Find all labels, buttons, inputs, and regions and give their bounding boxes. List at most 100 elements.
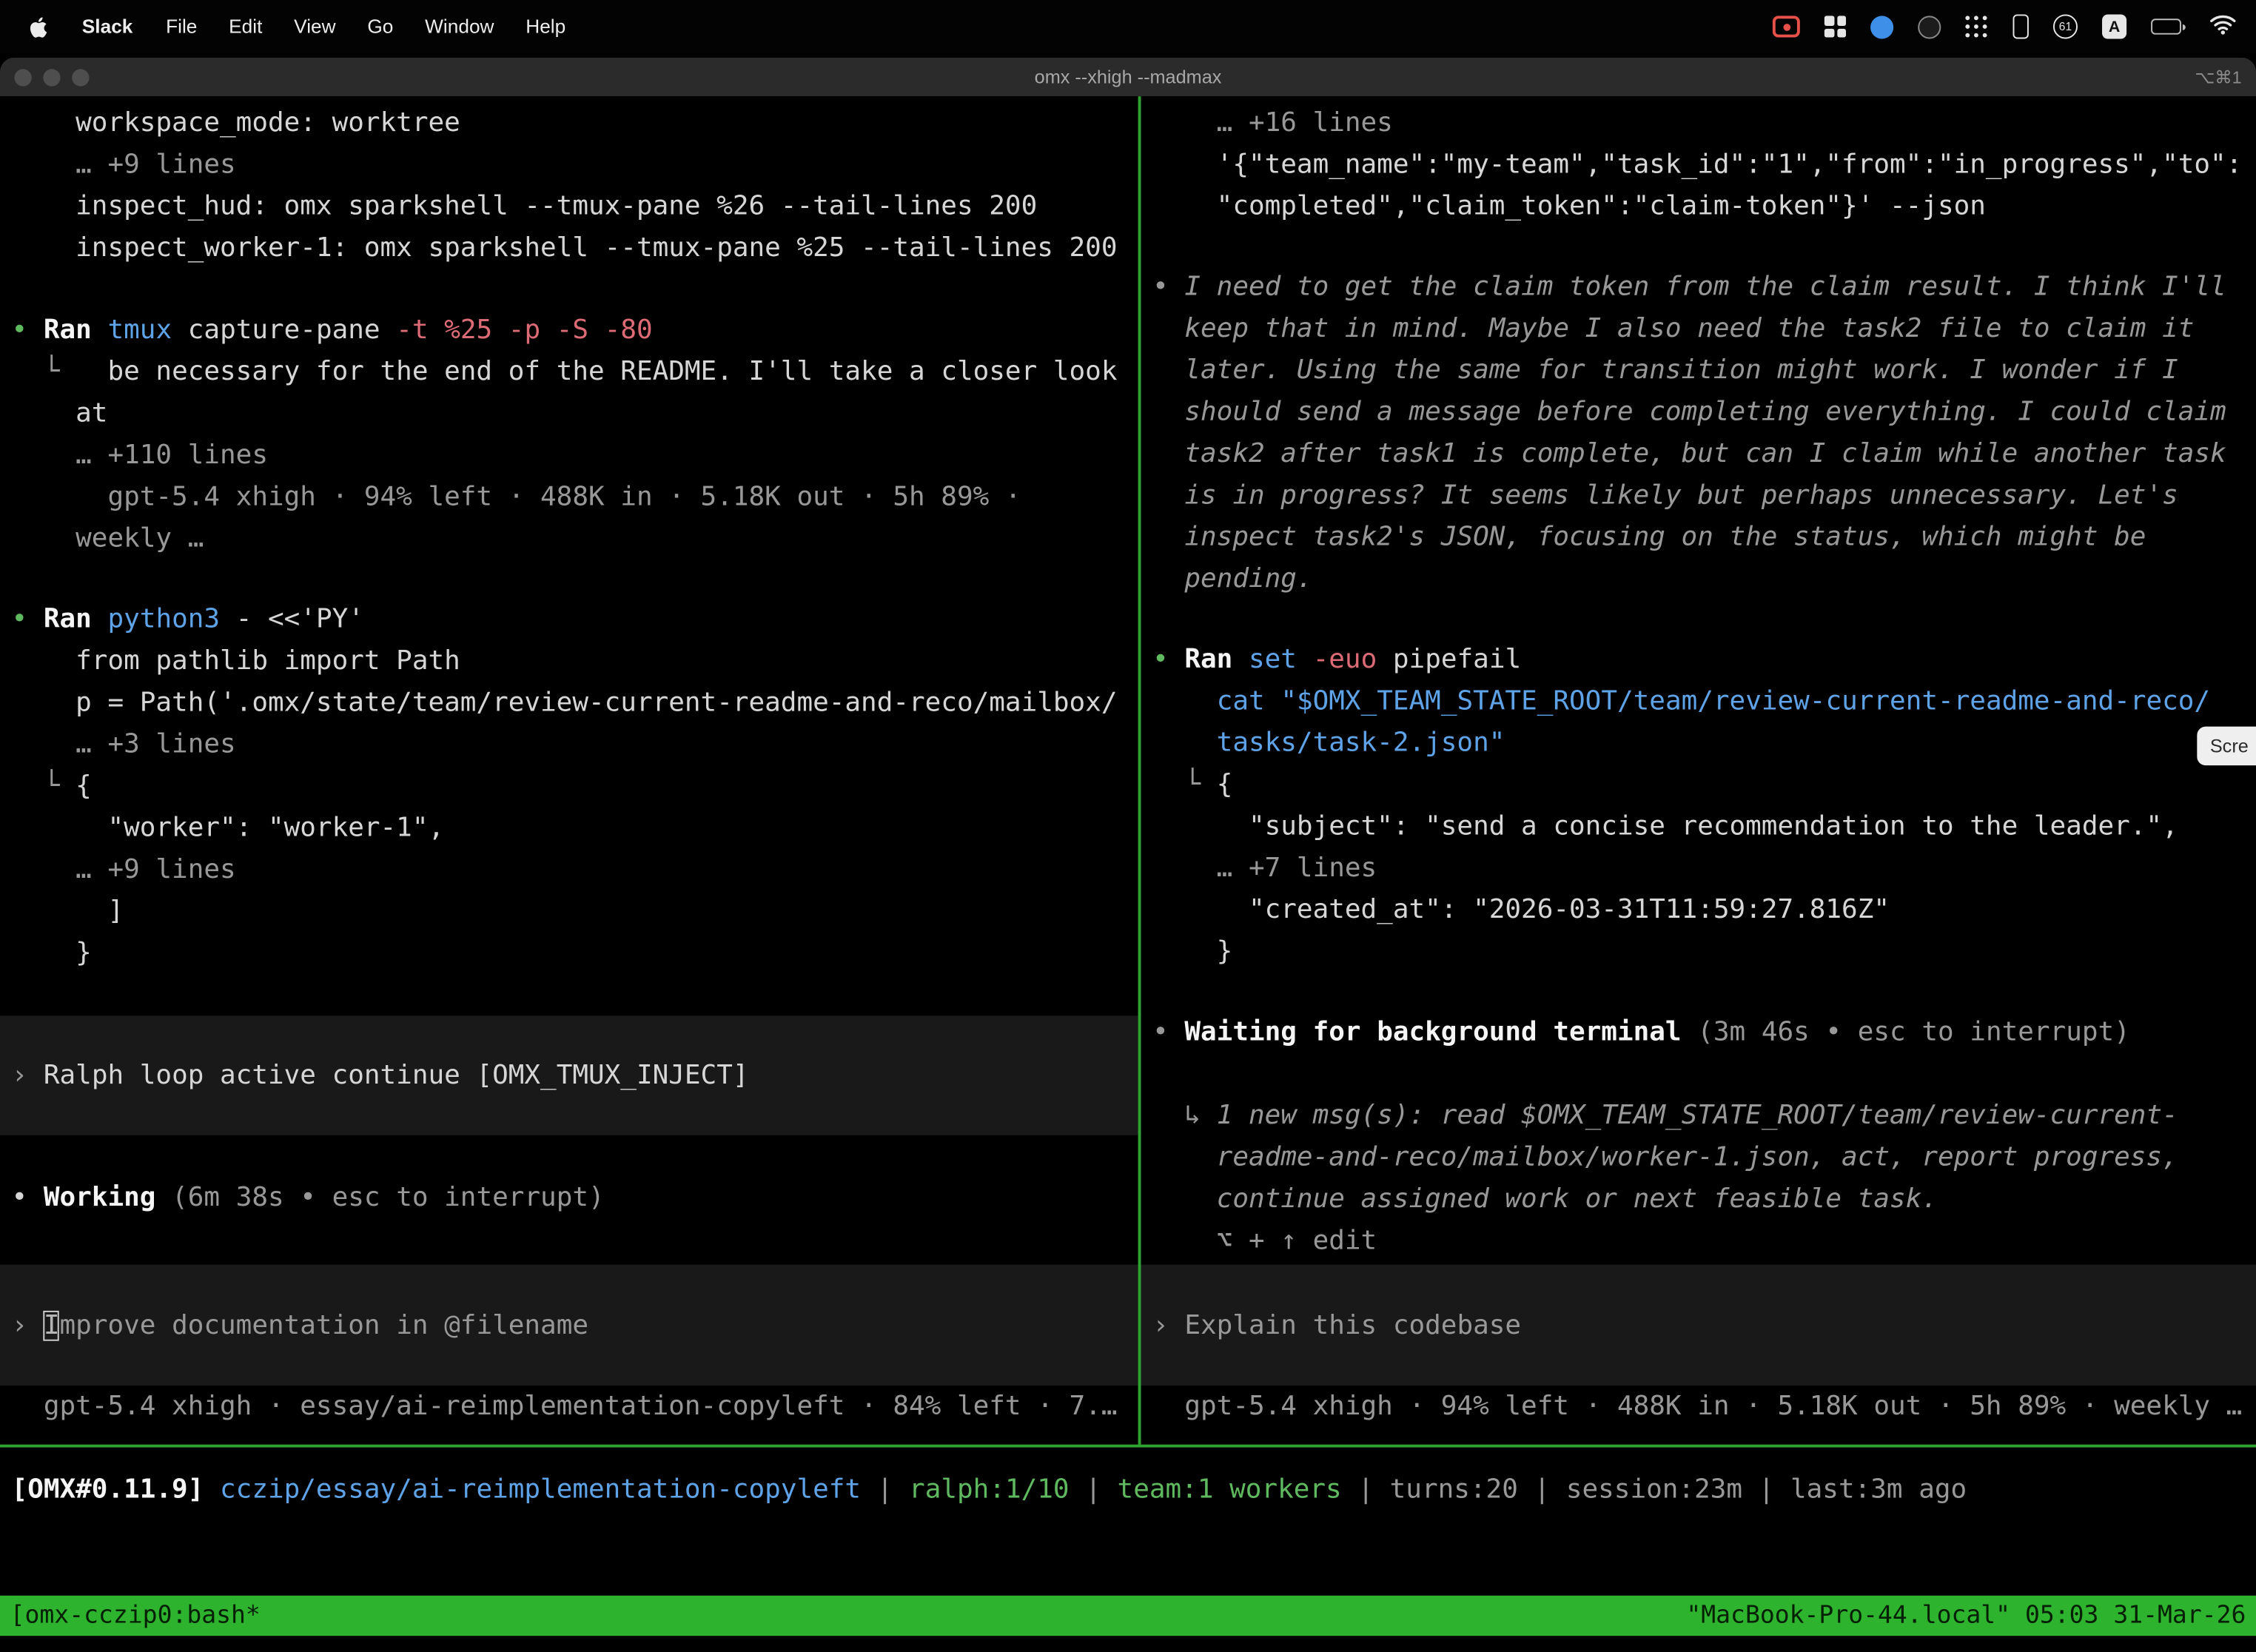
ran-tmux-capture-block: • Ran tmux capture-pane -t %25 -p -S -80… bbox=[0, 309, 1138, 560]
window-titlebar[interactable]: omx --xhigh --madmax ⌥⌘1 bbox=[0, 58, 2256, 96]
terminal-line: gpt-5.4 xhigh · 94% left · 488K in · 5.1… bbox=[12, 476, 1138, 517]
working-status-line: • Working (6m 38s • esc to interrupt) bbox=[0, 1177, 1138, 1218]
dark-app-icon[interactable] bbox=[1918, 15, 1941, 38]
menu-file[interactable]: File bbox=[150, 16, 213, 37]
terminal-line: } bbox=[1152, 931, 2256, 973]
terminal-line: ] bbox=[12, 890, 1138, 932]
terminal-line: … +9 lines bbox=[12, 849, 1138, 890]
apple-menu-icon[interactable] bbox=[20, 15, 64, 38]
screen-recording-indicator-icon[interactable] bbox=[1773, 16, 1800, 37]
terminal-line: └ { bbox=[1152, 764, 2256, 805]
tmux-pane-right: … +16 lines '{"team_name":"my-team","tas… bbox=[1141, 96, 2256, 1444]
terminal-window: omx --xhigh --madmax ⌥⌘1 workspace_mode:… bbox=[0, 58, 2256, 1652]
terminal-line: later. Using the same for transition mig… bbox=[1152, 349, 2256, 391]
terminal-line: • Working (6m 38s • esc to interrupt) bbox=[12, 1177, 1138, 1218]
terminal-line: inspect_hud: omx sparkshell --tmux-pane … bbox=[12, 186, 1138, 227]
terminal-line: • I need to get the claim token from the… bbox=[1152, 266, 2256, 308]
ran-python-block: • Ran python3 - <<'PY' from pathlib impo… bbox=[0, 599, 1138, 974]
dots-grid-icon[interactable] bbox=[1965, 15, 1988, 38]
terminal-line: • Waiting for background terminal (3m 46… bbox=[1152, 1012, 2256, 1053]
terminal-line: ⌥ + ↑ edit bbox=[1152, 1220, 2256, 1261]
terminal-line: … +110 lines bbox=[12, 434, 1138, 476]
terminal-line: • Ran tmux capture-pane -t %25 -p -S -80 bbox=[12, 309, 1138, 351]
terminal-line: workspace_mode: worktree bbox=[12, 102, 1138, 144]
close-button[interactable] bbox=[14, 68, 31, 85]
input-source-icon[interactable]: A bbox=[2102, 14, 2126, 38]
terminal-line: should send a message before completing … bbox=[1152, 392, 2256, 433]
menu-help[interactable]: Help bbox=[510, 16, 582, 37]
active-app-name[interactable]: Slack bbox=[64, 16, 150, 37]
blue-app-icon[interactable] bbox=[1870, 15, 1893, 38]
terminal-line: … +9 lines bbox=[12, 144, 1138, 185]
traffic-lights bbox=[0, 68, 90, 85]
terminal-line: "worker": "worker-1", bbox=[12, 807, 1138, 849]
pane-divider-horizontal[interactable] bbox=[0, 1445, 2256, 1448]
claim-json-block: … +16 lines '{"team_name":"my-team","tas… bbox=[1141, 102, 2256, 227]
phone-icon[interactable] bbox=[2013, 14, 2029, 38]
terminal-line: from pathlib import Path bbox=[12, 640, 1138, 682]
worker-config-block: workspace_mode: worktree … +9 lines insp… bbox=[0, 102, 1138, 269]
terminal-line: [OMX#0.11.9] cczip/essay/ai-reimplementa… bbox=[12, 1469, 1967, 1511]
menu-view[interactable]: View bbox=[278, 16, 352, 37]
terminal-line: inspect task2's JSON, focusing on the st… bbox=[1152, 517, 2256, 558]
tmux-pane-left: workspace_mode: worktree … +9 lines insp… bbox=[0, 96, 1138, 1444]
terminal-line: › Explain this codebase bbox=[1152, 1304, 2256, 1346]
pane-divider-vertical[interactable] bbox=[1138, 96, 1141, 1444]
menu-edit[interactable]: Edit bbox=[213, 16, 278, 37]
menu-go[interactable]: Go bbox=[352, 16, 409, 37]
inject-prompt-box[interactable]: › Ralph loop active continue [OMX_TMUX_I… bbox=[0, 1015, 1138, 1135]
window-grid-icon[interactable] bbox=[1824, 16, 1846, 37]
window-title: omx --xhigh --madmax bbox=[0, 66, 2256, 87]
terminal-line: › Improve documentation in @filename bbox=[12, 1304, 1138, 1346]
menu-bar: Slack File Edit View Go Window Help 61 A bbox=[0, 0, 2256, 53]
terminal-line: continue assigned work or next feasible … bbox=[1152, 1178, 2256, 1220]
terminal-line: gpt-5.4 xhigh · 94% left · 488K in · 5.1… bbox=[1152, 1386, 2256, 1427]
terminal-line: weekly … bbox=[12, 518, 1138, 560]
terminal-line: └ { bbox=[12, 765, 1138, 807]
terminal-line: pending. bbox=[1152, 558, 2256, 600]
composer-input-right[interactable]: › Explain this codebase bbox=[1141, 1265, 2256, 1386]
model-status-line-right: gpt-5.4 xhigh · 94% left · 488K in · 5.1… bbox=[1141, 1386, 2256, 1427]
menu-bar-status-icons: 61 A bbox=[1773, 14, 2256, 38]
composer-input-left[interactable]: › Improve documentation in @filename bbox=[0, 1265, 1138, 1386]
terminal-line: "subject": "send a concise recommendatio… bbox=[1152, 806, 2256, 847]
terminal-line: keep that in mind. Maybe I also need the… bbox=[1152, 308, 2256, 349]
tmux-session-label[interactable]: [omx-cczip0:bash* bbox=[10, 1595, 261, 1636]
terminal-line: tasks/task-2.json" bbox=[1152, 722, 2256, 764]
terminal-line: "created_at": "2026-03-31T11:59:27.816Z" bbox=[1152, 889, 2256, 930]
terminal-line: • Ran python3 - <<'PY' bbox=[12, 599, 1138, 640]
menu-bar-left: Slack File Edit View Go Window Help bbox=[0, 15, 582, 38]
tmux-host-clock-label: "MacBook-Pro-44.local" 05:03 31-Mar-26 bbox=[1686, 1595, 2246, 1636]
screen-share-popup[interactable]: Scre bbox=[2197, 727, 2256, 765]
terminal-line: inspect_worker-1: omx sparkshell --tmux-… bbox=[12, 227, 1138, 269]
terminal-line: … +7 lines bbox=[1152, 847, 2256, 889]
terminal-line: gpt-5.4 xhigh · essay/ai-reimplementatio… bbox=[12, 1386, 1138, 1427]
terminal-line: readme-and-reco/mailbox/worker-1.json, a… bbox=[1152, 1137, 2256, 1178]
battery-icon[interactable] bbox=[2151, 19, 2186, 34]
waiting-status-line: • Waiting for background terminal (3m 46… bbox=[1141, 1012, 2256, 1053]
desktop: Slack File Edit View Go Window Help 61 A bbox=[0, 0, 2256, 1652]
terminal-line: task2 after task1 is complete, but can I… bbox=[1152, 433, 2256, 474]
minimize-button[interactable] bbox=[43, 68, 60, 85]
window-shortcut-badge: ⌥⌘1 bbox=[2195, 67, 2256, 87]
tmux-status-bar: [omx-cczip0:bash* "MacBook-Pro-44.local"… bbox=[0, 1596, 2256, 1636]
thinking-block: • I need to get the claim token from the… bbox=[1141, 266, 2256, 600]
wifi-icon[interactable] bbox=[2210, 14, 2236, 38]
terminal-line: › Ralph loop active continue [OMX_TMUX_I… bbox=[12, 1055, 1138, 1096]
terminal-line: • Ran set -euo pipefail bbox=[1152, 639, 2256, 680]
terminal-line: ↳ 1 new msg(s): read $OMX_TEAM_STATE_ROO… bbox=[1152, 1095, 2256, 1136]
terminal-line: … +3 lines bbox=[12, 724, 1138, 765]
omx-session-status-line: [OMX#0.11.9] cczip/essay/ai-reimplementa… bbox=[12, 1469, 1967, 1511]
terminal-line: cat "$OMX_TEAM_STATE_ROOT/team/review-cu… bbox=[1152, 680, 2256, 722]
menu-window[interactable]: Window bbox=[409, 16, 510, 37]
terminal-line: '{"team_name":"my-team","task_id":"1","f… bbox=[1152, 144, 2256, 185]
terminal-line: p = Path('.omx/state/team/review-current… bbox=[12, 682, 1138, 723]
terminal-line: is in progress? It seems likely but perh… bbox=[1152, 474, 2256, 516]
mailbox-message-block: ↳ 1 new msg(s): read $OMX_TEAM_STATE_ROO… bbox=[1141, 1095, 2256, 1261]
badge-61-icon[interactable]: 61 bbox=[2053, 14, 2078, 38]
terminal-line: … +16 lines bbox=[1152, 102, 2256, 144]
model-status-line-left: gpt-5.4 xhigh · essay/ai-reimplementatio… bbox=[0, 1386, 1138, 1427]
terminal-line: at bbox=[12, 393, 1138, 434]
ran-set-pipefail-block: • Ran set -euo pipefail cat "$OMX_TEAM_S… bbox=[1141, 639, 2256, 973]
zoom-button[interactable] bbox=[72, 68, 89, 85]
